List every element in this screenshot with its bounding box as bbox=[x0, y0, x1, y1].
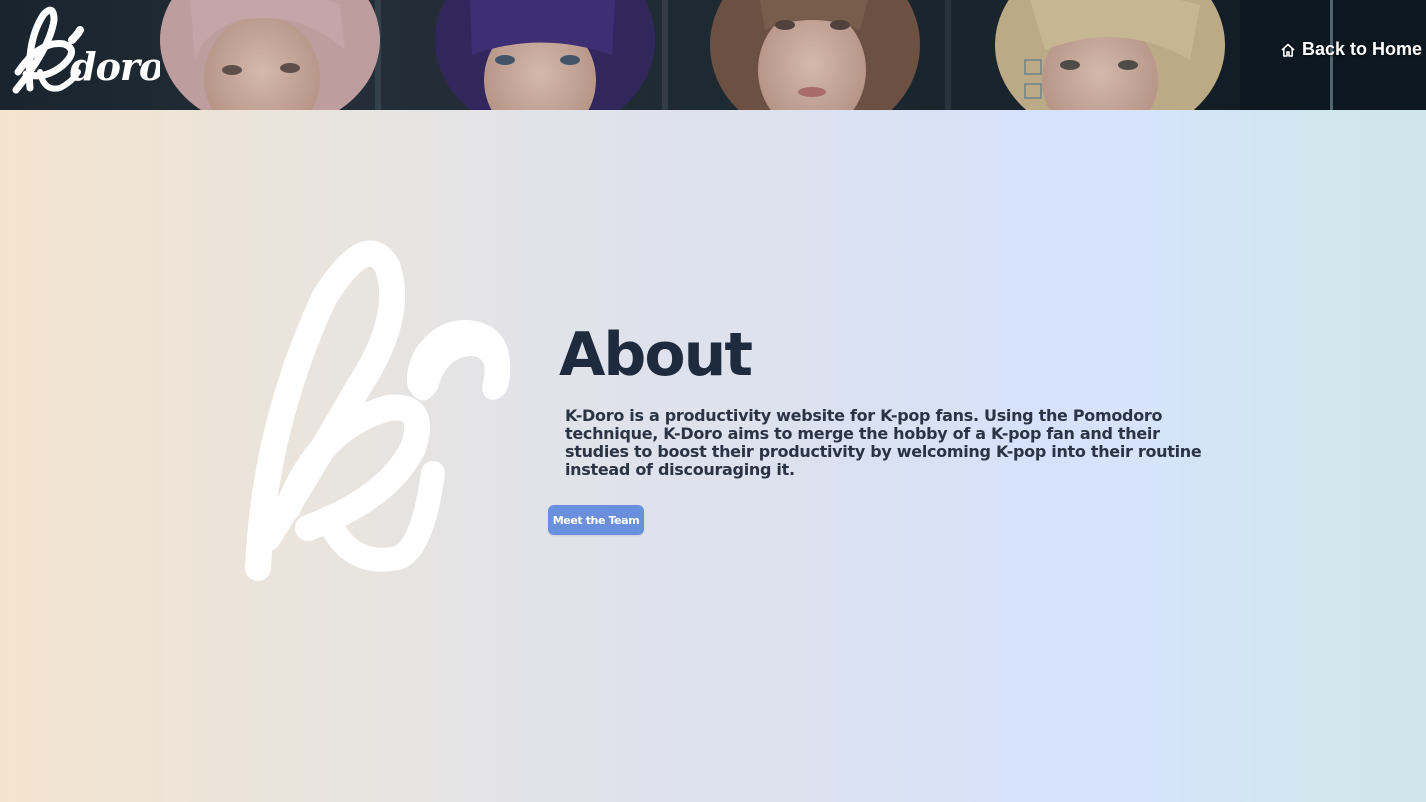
back-to-home-link[interactable]: Back to Home bbox=[1280, 39, 1422, 60]
back-to-home-label: Back to Home bbox=[1301, 39, 1422, 59]
site-header: doro Back to Home bbox=[0, 0, 1426, 110]
about-description: K-Doro is a productivity website for K-p… bbox=[565, 406, 1202, 479]
kdoro-logo[interactable]: doro bbox=[0, 0, 160, 110]
meet-the-team-button[interactable]: Meet the Team bbox=[548, 505, 644, 535]
k-logo-large bbox=[245, 240, 511, 581]
home-icon bbox=[1280, 42, 1296, 58]
header-banner-image bbox=[0, 0, 1426, 110]
svg-text:doro: doro bbox=[70, 44, 160, 89]
page-title: About bbox=[559, 320, 753, 390]
